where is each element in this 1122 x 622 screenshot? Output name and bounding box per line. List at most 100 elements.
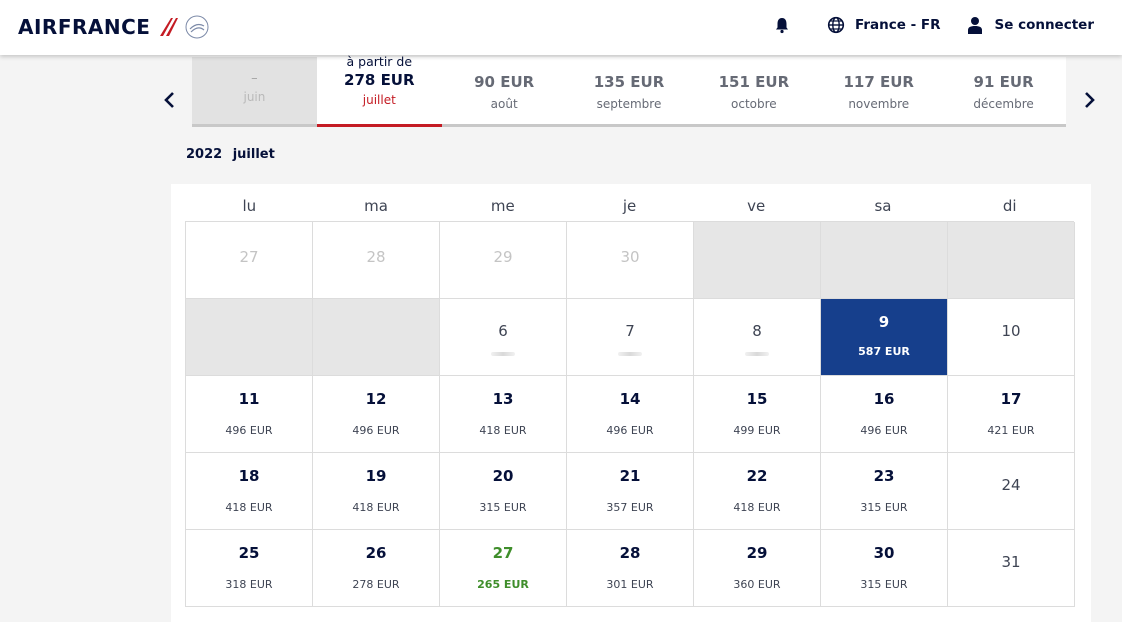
calendar-day-cell[interactable]: 23 315 EUR bbox=[821, 453, 948, 530]
month-tab-aout[interactable]: 90 EUR août bbox=[442, 57, 567, 124]
calendar-day-cell[interactable]: 16 496 EUR bbox=[821, 376, 948, 453]
month-price: 91 EUR bbox=[973, 73, 1034, 91]
day-price: 301 EUR bbox=[606, 578, 654, 591]
notifications-button[interactable] bbox=[773, 16, 801, 34]
calendar-day-cell[interactable]: 14 496 EUR bbox=[567, 376, 694, 453]
day-number: 27 bbox=[239, 248, 259, 266]
airfrance-logo[interactable]: AIRFRANCE bbox=[18, 14, 210, 40]
month-tab-juillet[interactable]: à partir de 278 EUR juillet bbox=[316, 54, 442, 127]
month-tab-juin: – juin bbox=[192, 57, 317, 124]
logo-wordmark: AIRFRANCE bbox=[18, 15, 151, 39]
day-number: 20 bbox=[492, 467, 514, 485]
day-number: 27 bbox=[492, 544, 514, 562]
month-price: 151 EUR bbox=[718, 73, 790, 91]
calendar-day-cell bbox=[948, 222, 1075, 299]
calendar-day-cell[interactable]: 13 418 EUR bbox=[440, 376, 567, 453]
month-name: décembre bbox=[973, 97, 1034, 111]
day-number: 26 bbox=[365, 544, 387, 562]
day-number: 14 bbox=[619, 390, 641, 408]
calendar-day-cell[interactable]: 12 496 EUR bbox=[313, 376, 440, 453]
day-number: 25 bbox=[238, 544, 260, 562]
weekday-label: ve bbox=[747, 197, 766, 215]
day-price: 315 EUR bbox=[860, 578, 908, 591]
calendar-panel: lu ma me je ve sa di 27 28 29 30 6 7 8 9 587 EUR… bbox=[171, 184, 1091, 622]
calendar-day-cell[interactable]: 6 bbox=[440, 299, 567, 376]
price-loading-placeholder bbox=[491, 352, 515, 356]
login-button[interactable]: Se connecter bbox=[966, 16, 1094, 34]
calendar-day-cell[interactable]: 8 bbox=[694, 299, 821, 376]
user-icon bbox=[968, 17, 983, 34]
day-price: 496 EUR bbox=[352, 424, 400, 437]
calendar-day-cell[interactable]: 31 bbox=[948, 530, 1075, 607]
day-price: 360 EUR bbox=[733, 578, 781, 591]
previous-month-arrow[interactable] bbox=[162, 90, 178, 110]
calendar-day-cell[interactable]: 11 496 EUR bbox=[186, 376, 313, 453]
weekday-label: lu bbox=[242, 197, 257, 215]
next-month-arrow[interactable] bbox=[1081, 90, 1097, 110]
day-number: 31 bbox=[1001, 553, 1021, 571]
weekday-label: je bbox=[622, 197, 637, 215]
month-strip: – juin à partir de 278 EUR juillet 90 EU… bbox=[192, 54, 1066, 127]
day-price: 587 EUR bbox=[858, 345, 910, 358]
calendar-day-cell[interactable]: 15 499 EUR bbox=[694, 376, 821, 453]
calendar-day-cell[interactable]: 9 587 EUR bbox=[821, 299, 948, 376]
day-number: 11 bbox=[238, 390, 260, 408]
calendar-day-cell[interactable]: 21 357 EUR bbox=[567, 453, 694, 530]
day-price: 418 EUR bbox=[479, 424, 527, 437]
month-price: 278 EUR bbox=[344, 71, 415, 89]
calendar-day-cell[interactable]: 28 301 EUR bbox=[567, 530, 694, 607]
month-tab-decembre[interactable]: 91 EUR décembre bbox=[941, 57, 1066, 124]
day-number: 22 bbox=[746, 467, 768, 485]
calendar-day-cell[interactable]: 17 421 EUR bbox=[948, 376, 1075, 453]
calendar-day-cell bbox=[313, 299, 440, 376]
day-number: 28 bbox=[619, 544, 641, 562]
day-number: 21 bbox=[619, 467, 641, 485]
country-selector[interactable]: France - FR bbox=[827, 16, 940, 34]
day-number: 15 bbox=[746, 390, 768, 408]
calendar-day-cell: 29 bbox=[440, 222, 567, 299]
weekday-label: me bbox=[490, 197, 515, 215]
day-number: 16 bbox=[873, 390, 895, 408]
calendar-day-cell[interactable]: 29 360 EUR bbox=[694, 530, 821, 607]
logo-slash-icon bbox=[160, 18, 179, 36]
weekday-label: sa bbox=[874, 197, 892, 215]
calendar-day-cell[interactable]: 19 418 EUR bbox=[313, 453, 440, 530]
day-price: 421 EUR bbox=[987, 424, 1035, 437]
day-price: 278 EUR bbox=[352, 578, 400, 591]
calendar-grid: 27 28 29 30 6 7 8 9 587 EUR 10 11 496 EUR 12 496 EUR 1… bbox=[185, 221, 1075, 607]
month-tab-novembre[interactable]: 117 EUR novembre bbox=[816, 57, 941, 124]
day-number: 30 bbox=[873, 544, 895, 562]
day-price: 318 EUR bbox=[225, 578, 273, 591]
calendar-day-cell[interactable]: 24 bbox=[948, 453, 1075, 530]
day-price: 499 EUR bbox=[733, 424, 781, 437]
calendar-day-cell[interactable]: 10 bbox=[948, 299, 1075, 376]
calendar-day-cell[interactable]: 22 418 EUR bbox=[694, 453, 821, 530]
day-price: 418 EUR bbox=[733, 501, 781, 514]
calendar-day-cell bbox=[186, 299, 313, 376]
calendar-day-cell[interactable]: 27 265 EUR bbox=[440, 530, 567, 607]
calendar-day-cell[interactable]: 25 318 EUR bbox=[186, 530, 313, 607]
month-tab-septembre[interactable]: 135 EUR septembre bbox=[567, 57, 692, 124]
calendar-year: 2022 bbox=[186, 147, 223, 162]
calendar-day-cell[interactable]: 7 bbox=[567, 299, 694, 376]
calendar-day-cell[interactable]: 30 315 EUR bbox=[821, 530, 948, 607]
calendar-day-cell[interactable]: 18 418 EUR bbox=[186, 453, 313, 530]
globe-icon bbox=[827, 16, 845, 34]
calendar-day-cell bbox=[694, 222, 821, 299]
calendar-day-cell[interactable]: 26 278 EUR bbox=[313, 530, 440, 607]
day-number: 6 bbox=[498, 322, 508, 340]
day-price: 315 EUR bbox=[860, 501, 908, 514]
chevron-right-icon bbox=[1085, 92, 1095, 108]
day-number: 10 bbox=[1001, 322, 1021, 340]
day-price: 418 EUR bbox=[225, 501, 273, 514]
header-actions: France - FR Se connecter bbox=[747, 16, 1094, 34]
month-name: juin bbox=[243, 90, 266, 104]
month-name: août bbox=[490, 97, 518, 111]
month-name: novembre bbox=[848, 97, 910, 111]
calendar-day-cell[interactable]: 20 315 EUR bbox=[440, 453, 567, 530]
site-header: AIRFRANCE France - FR Se connecter bbox=[0, 0, 1122, 55]
month-tab-octobre[interactable]: 151 EUR octobre bbox=[691, 57, 816, 124]
bell-icon bbox=[775, 18, 788, 34]
day-price: 315 EUR bbox=[479, 501, 527, 514]
month-price: 90 EUR bbox=[474, 73, 535, 91]
